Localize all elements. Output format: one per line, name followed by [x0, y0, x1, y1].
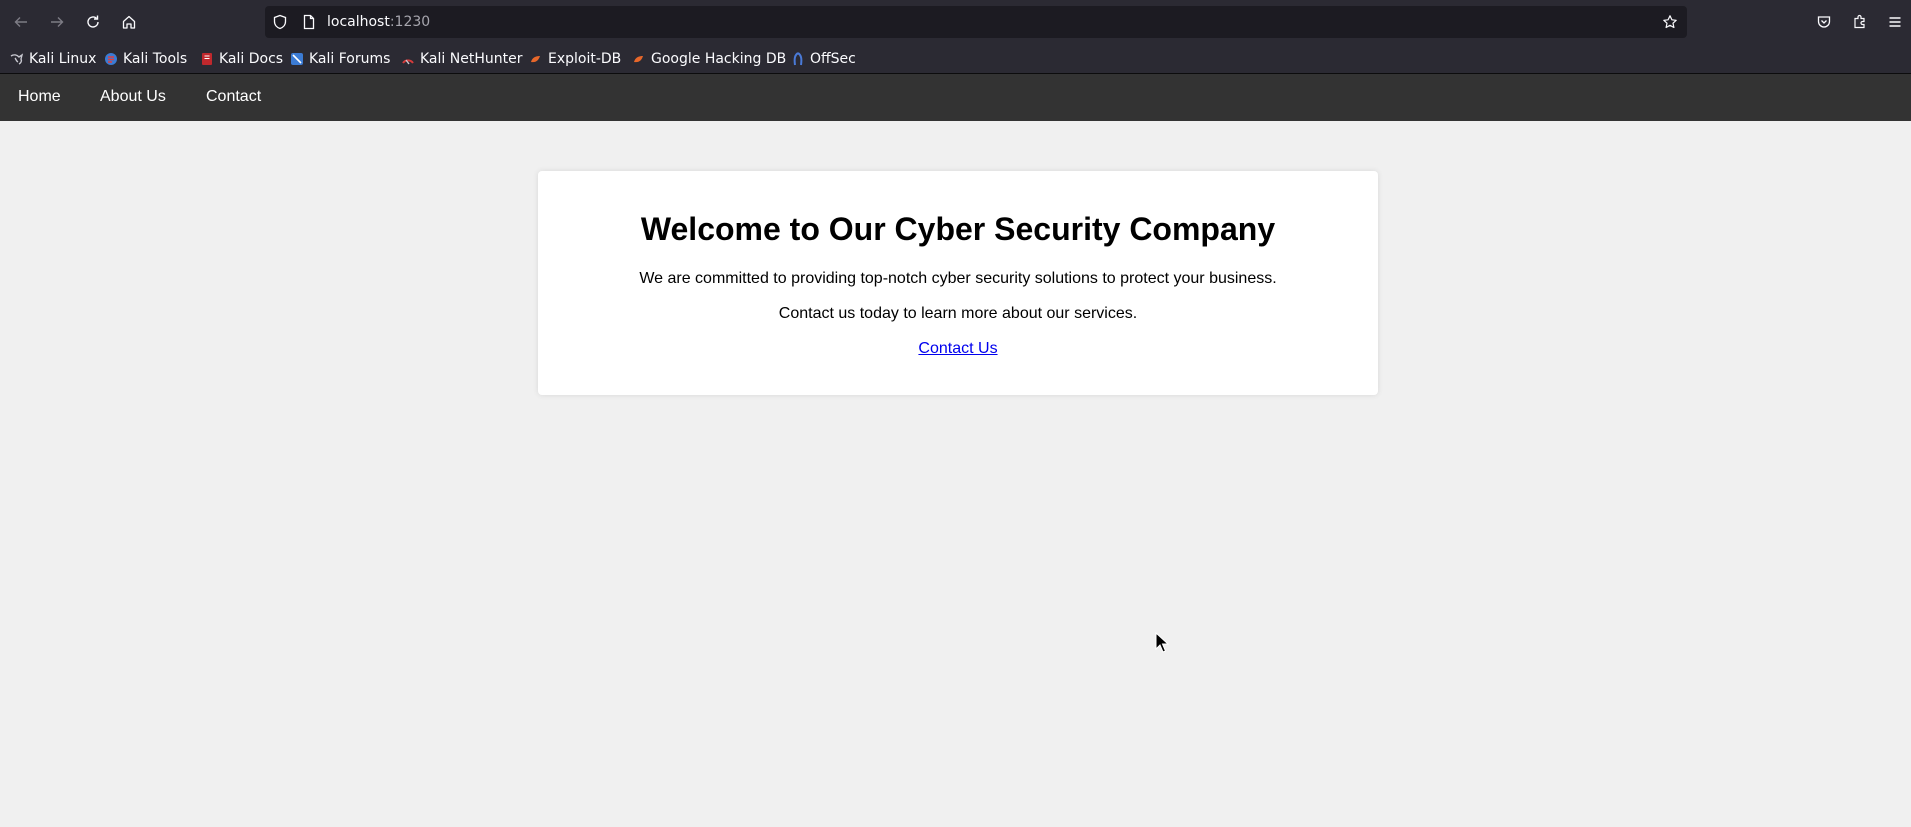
- bookmark-label: Kali NetHunter: [420, 51, 523, 67]
- nav-home-link[interactable]: Home: [18, 88, 61, 106]
- bookmark-label: Google Hacking DB: [651, 51, 787, 67]
- bookmark-kali-tools[interactable]: Kali Tools: [104, 50, 187, 68]
- url-text[interactable]: localhost:1230: [327, 14, 430, 30]
- offsec-icon: [791, 52, 805, 66]
- exploit-db-icon: [529, 52, 543, 66]
- pocket-button[interactable]: [1812, 10, 1836, 34]
- nethunter-icon: [401, 52, 415, 66]
- cta-container: Contact Us: [538, 340, 1378, 358]
- page-title: Welcome to Our Cyber Security Company: [640, 211, 1276, 247]
- browser-toolbar: localhost:1230: [0, 0, 1911, 44]
- mouse-cursor-icon: [1155, 632, 1169, 653]
- kali-forums-icon: [290, 52, 304, 66]
- bookmark-kali-nethunter[interactable]: Kali NetHunter: [401, 50, 522, 68]
- extensions-button[interactable]: [1848, 10, 1872, 34]
- bookmark-label: Kali Forums: [309, 51, 391, 67]
- kali-dragon-icon: [10, 52, 24, 66]
- kali-tools-icon: [104, 52, 118, 66]
- site-navbar: Home About Us Contact: [0, 74, 1911, 121]
- contact-paragraph: Contact us today to learn more about our…: [778, 305, 1138, 322]
- bookmarks-bar: Kali Linux Kali Tools Kali Docs Kali For…: [0, 44, 1911, 74]
- kali-docs-icon: [200, 52, 214, 66]
- bookmark-kali-linux[interactable]: Kali Linux: [10, 50, 96, 68]
- bookmark-offsec[interactable]: OffSec: [791, 50, 856, 68]
- hamburger-menu-icon: [1889, 17, 1901, 27]
- back-button[interactable]: [9, 10, 33, 34]
- bookmark-kali-forums[interactable]: Kali Forums: [290, 50, 390, 68]
- bookmark-label: Kali Docs: [219, 51, 284, 67]
- bookmark-label: Kali Linux: [29, 51, 97, 67]
- url-host: localhost: [327, 14, 390, 30]
- menu-button[interactable]: [1883, 10, 1907, 34]
- welcome-card: Welcome to Our Cyber Security Company We…: [538, 171, 1378, 395]
- forward-button[interactable]: [45, 10, 69, 34]
- arrow-right-icon: [51, 17, 64, 27]
- puzzle-icon: [1854, 14, 1865, 29]
- ghdb-icon: [632, 52, 646, 66]
- reload-button[interactable]: [81, 10, 105, 34]
- nav-about-link[interactable]: About Us: [100, 88, 166, 106]
- pocket-icon: [1817, 16, 1831, 28]
- url-port: :1230: [389, 14, 431, 30]
- reload-icon: [87, 15, 99, 28]
- page-icon[interactable]: [301, 14, 317, 30]
- bookmark-label: OffSec: [810, 51, 856, 67]
- bookmark-exploit-db[interactable]: Exploit-DB: [529, 50, 621, 68]
- contact-us-link[interactable]: Contact Us: [918, 340, 997, 357]
- arrow-left-icon: [14, 17, 27, 27]
- bookmark-label: Kali Tools: [123, 51, 188, 67]
- home-button[interactable]: [117, 10, 141, 34]
- url-bar[interactable]: localhost:1230: [265, 6, 1687, 38]
- bookmark-star-icon[interactable]: [1662, 14, 1678, 30]
- home-icon: [122, 15, 136, 29]
- intro-paragraph: We are committed to providing top-notch …: [639, 270, 1277, 287]
- shield-icon[interactable]: [272, 14, 288, 30]
- nav-contact-link[interactable]: Contact: [206, 88, 261, 106]
- bookmark-kali-docs[interactable]: Kali Docs: [200, 50, 283, 68]
- bookmark-label: Exploit-DB: [548, 51, 622, 67]
- bookmark-google-hacking-db[interactable]: Google Hacking DB: [632, 50, 786, 68]
